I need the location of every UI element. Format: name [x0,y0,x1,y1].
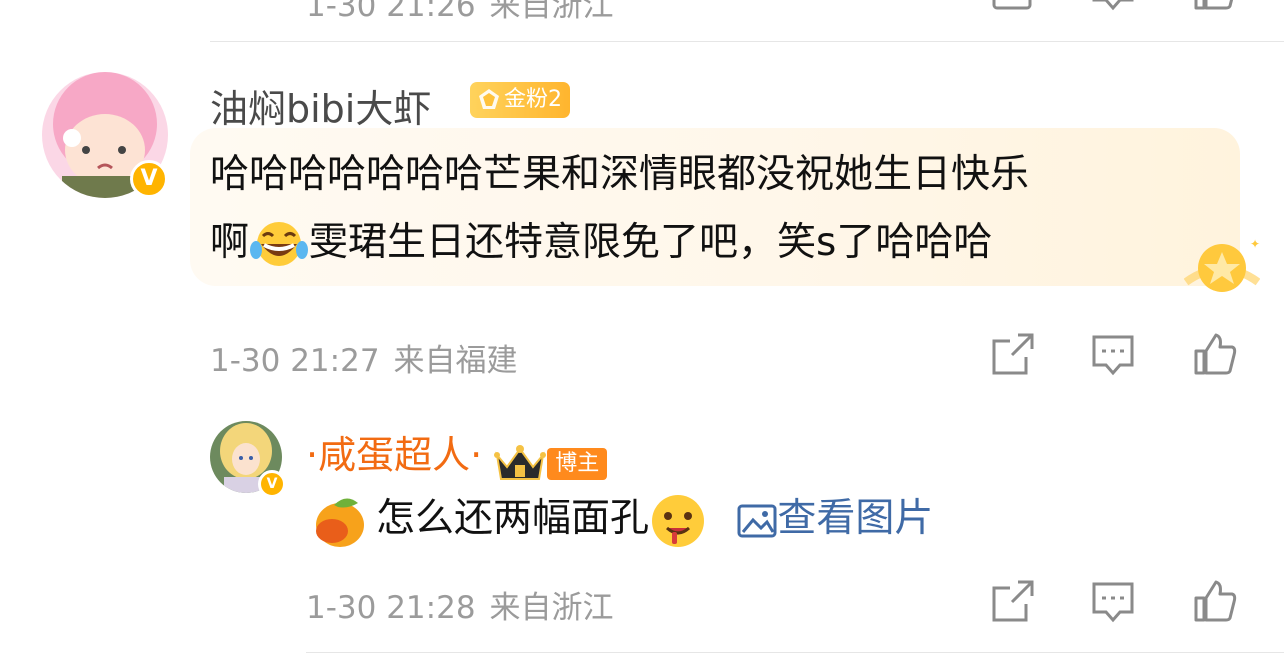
like-icon[interactable] [1192,578,1238,624]
comment-icon[interactable] [1090,331,1136,377]
username[interactable]: ·咸蛋超人· [306,433,482,477]
divider [210,41,1284,42]
drooling-face-emoji [652,494,705,547]
fan-star-decoration: ✦ [1183,236,1261,296]
reply-meta: 1-30 21:28 来自浙江 [306,582,628,627]
divider [306,652,1284,653]
comment-text-line-2: 啊 雯珺生日还特意限免了吧，笑s了哈哈哈 [210,206,992,279]
blogger-badge: 博主 [547,447,608,480]
like-icon[interactable] [1192,0,1238,12]
comment-text-line-1: 哈哈哈哈哈哈哈芒果和深情眼都没祝她生日快乐 [210,152,1030,197]
comment-icon[interactable] [1090,578,1136,624]
image-icon [737,504,777,537]
share-icon[interactable] [990,0,1036,12]
username[interactable]: 油焖bibi大虾 [210,78,431,133]
comment-icon[interactable] [1090,0,1136,12]
comment-time: 1-30 21:26 [306,0,476,24]
like-icon[interactable] [1192,331,1238,377]
comment-location: 来自福建 [393,343,518,379]
comment-meta: 1-30 21:27 来自福建 [210,335,532,380]
reply-text: 怎么还两幅面孔 [376,496,650,541]
top-comment-meta: 1-30 21:26 来自浙江 [306,0,628,25]
laughing-tears-emoji [250,221,309,266]
comment-location: 来自浙江 [489,590,614,626]
verified-icon: V [130,160,168,198]
comment-text-post: 雯珺生日还特意限免了吧，笑s了哈哈哈 [309,220,993,265]
share-icon[interactable] [990,578,1036,624]
share-icon[interactable] [990,331,1036,377]
comment-text-pre: 啊 [210,220,250,265]
reply-header: ·咸蛋超人· 博主 [306,424,608,485]
comment-time: 1-30 21:28 [306,590,476,626]
view-image-label[interactable]: 查看图片 [777,496,933,541]
fan-badge-label: 金粉2 [504,87,562,112]
fan-badge[interactable]: 金粉2 [470,82,570,118]
mango-emoji [316,497,364,547]
comment-location: 来自浙江 [489,0,614,24]
reply-text-line: 怎么还两幅面孔 查看图片 [310,482,933,555]
comment-time: 1-30 21:27 [210,343,380,379]
view-image-link[interactable]: 查看图片 [725,496,933,541]
crown-icon [494,444,547,480]
verified-icon: V [258,470,286,498]
gem-icon [479,89,499,109]
svg-text:✦: ✦ [1250,237,1260,251]
